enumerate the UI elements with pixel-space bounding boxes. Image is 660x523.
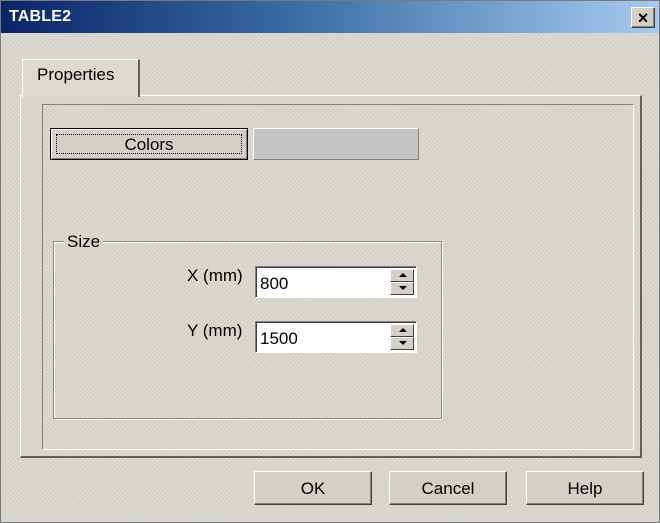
color-swatch: [253, 128, 419, 160]
help-button-label: Help: [567, 479, 603, 498]
x-mm-label: X (mm): [187, 266, 243, 285]
y-mm-spin-up-button[interactable]: [390, 324, 414, 337]
y-mm-spin-buttons: [390, 324, 414, 350]
x-mm-spin-buttons: [390, 269, 414, 295]
size-group-title: Size: [64, 232, 104, 252]
spin-up-icon: [399, 273, 407, 277]
colors-button[interactable]: Colors: [50, 128, 248, 160]
y-mm-spinbox[interactable]: 1500: [255, 321, 417, 353]
y-mm-spin-down-button[interactable]: [390, 337, 414, 350]
tab-properties-label: Properties: [37, 65, 115, 84]
x-mm-spin-up-button[interactable]: [390, 269, 414, 282]
close-icon: ×: [637, 7, 649, 28]
cancel-button[interactable]: Cancel: [389, 471, 507, 505]
help-button[interactable]: Help: [526, 471, 644, 505]
ok-button[interactable]: OK: [254, 471, 372, 505]
spin-down-icon: [399, 286, 407, 290]
x-mm-input[interactable]: 800: [260, 274, 288, 294]
cancel-button-label: Cancel: [421, 479, 475, 498]
x-mm-spin-down-button[interactable]: [390, 282, 414, 295]
x-mm-spinbox[interactable]: 800: [255, 266, 417, 298]
y-mm-label: Y (mm): [187, 321, 243, 340]
window-title: TABLE2: [9, 8, 72, 25]
spin-up-icon: [399, 328, 407, 332]
tab-properties[interactable]: Properties: [22, 59, 140, 97]
close-button[interactable]: ×: [631, 7, 655, 28]
colors-button-label: Colors: [124, 135, 174, 154]
spin-down-icon: [399, 341, 407, 345]
y-mm-input[interactable]: 1500: [260, 329, 298, 349]
dialog-window: TABLE2 × Properties Colors Size X (mm) 8…: [0, 0, 660, 523]
ok-button-label: OK: [300, 479, 326, 498]
title-bar[interactable]: TABLE2 ×: [1, 1, 659, 33]
